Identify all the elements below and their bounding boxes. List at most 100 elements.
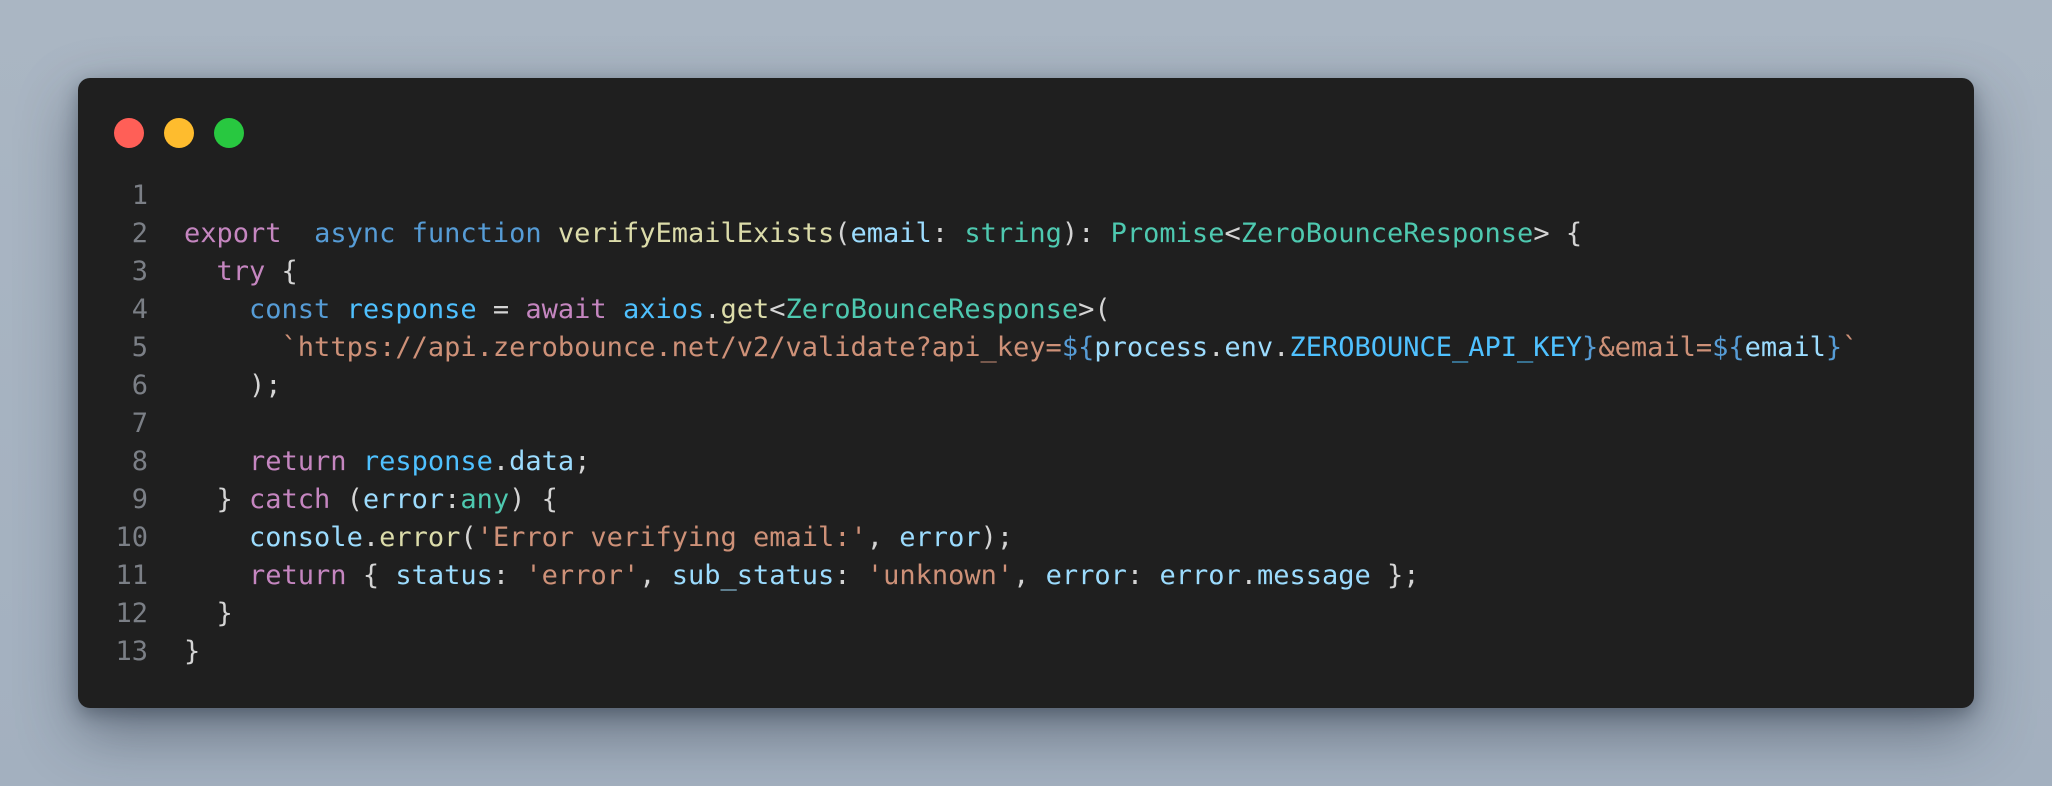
line-text: } catch (error:any) { [184, 481, 558, 519]
code-token: async [314, 218, 396, 249]
code-token: string [964, 218, 1062, 249]
code-token: . [704, 294, 721, 325]
line-text: `https://api.zerobounce.net/v2/validate?… [184, 329, 1859, 367]
code-token: ZeroBounceResponse [1240, 218, 1534, 249]
code-token: } [1582, 332, 1599, 363]
code-token: return [249, 560, 347, 591]
code-token: } [1825, 332, 1843, 363]
line-number: 5 [131, 332, 148, 363]
code-token: error [1045, 560, 1127, 591]
code-token: < [769, 294, 786, 325]
code-token: . [1273, 332, 1290, 363]
code-token: const [249, 294, 331, 325]
code-line: 7 [78, 405, 1974, 443]
minimize-dot[interactable] [164, 118, 194, 148]
code-token: any [460, 484, 510, 515]
code-token: await [525, 294, 607, 325]
code-token: response [362, 446, 493, 477]
code-token: . [1240, 560, 1257, 591]
code-line: 13} [78, 633, 1974, 671]
code-token: get [720, 294, 770, 325]
line-text: return { status: 'error', sub_status: 'u… [184, 557, 1420, 595]
code-token: 'unknown' [866, 560, 1014, 591]
code-token: : [492, 560, 526, 591]
code-token: ): [1061, 218, 1111, 249]
code-token: ); [184, 370, 282, 401]
code-block: 1 2 export async function verifyEmailExist… [78, 177, 1974, 671]
code-token: ); [980, 522, 1014, 553]
code-token: ` [1842, 332, 1859, 363]
line-text: } [184, 633, 200, 671]
code-token: function [411, 218, 542, 249]
code-token: } [184, 598, 233, 629]
line-text: const response = await axios.get<ZeroBou… [184, 291, 1111, 329]
code-token: ; [574, 446, 591, 477]
code-token: } [184, 484, 250, 515]
line-number: 10 [115, 522, 148, 553]
code-token: console [249, 522, 363, 553]
line-number: 8 [131, 446, 148, 477]
code-token: ) { [509, 484, 558, 515]
line-number: 11 [115, 560, 148, 591]
code-token: message [1256, 560, 1371, 591]
line-number: 2 [131, 218, 148, 249]
code-token: ZeroBounceResponse [785, 294, 1079, 325]
code-line: 5 `https://api.zerobounce.net/v2/validat… [78, 329, 1974, 367]
code-line: 10 console.error('Error verifying email:… [78, 519, 1974, 557]
line-number: 9 [131, 484, 148, 515]
code-line: 2 export async function verifyEmailExists… [78, 215, 1974, 253]
code-token: }; [1370, 560, 1420, 591]
code-token: . [1208, 332, 1225, 363]
code-line: 12 } [78, 595, 1974, 633]
code-token: , [639, 560, 672, 591]
code-line: 6 ); [78, 367, 1974, 405]
code-token: env [1224, 332, 1274, 363]
line-text: } [184, 595, 233, 633]
code-token: : [444, 484, 461, 515]
code-token: response [346, 294, 477, 325]
code-token: < [1224, 218, 1241, 249]
code-token: ( [834, 218, 851, 249]
code-token: : [931, 218, 965, 249]
zoom-dot[interactable] [214, 118, 244, 148]
code-line: 4 const response = await axios.get<ZeroB… [78, 291, 1974, 329]
code-token: , [866, 522, 900, 553]
code-token: error [899, 522, 981, 553]
code-token: > { [1533, 218, 1583, 249]
line-text: export async function verifyEmailExists(… [184, 215, 1582, 253]
code-token: : [1126, 560, 1160, 591]
code-token: status [395, 560, 493, 591]
code-token: . [362, 522, 380, 553]
code-token: } [184, 636, 201, 667]
code-token: , [1013, 560, 1046, 591]
code-line: 9 } catch (error:any) { [78, 481, 1974, 519]
line-number: 7 [131, 408, 148, 439]
code-token: try [216, 256, 266, 287]
code-token: ${ [1061, 332, 1095, 363]
close-dot[interactable] [114, 118, 144, 148]
line-text: return response.data; [184, 443, 590, 481]
code-token: email [1744, 332, 1826, 363]
code-token: . [492, 446, 510, 477]
line-number: 4 [131, 294, 148, 325]
line-number: 6 [131, 370, 148, 401]
code-token: >( [1078, 294, 1111, 325]
code-token: ( [330, 484, 363, 515]
code-token: { [346, 560, 396, 591]
code-token: email [850, 218, 932, 249]
code-token: return [249, 446, 347, 477]
code-token: process [1094, 332, 1209, 363]
code-token: catch [249, 484, 331, 515]
code-token: &email= [1598, 332, 1713, 363]
